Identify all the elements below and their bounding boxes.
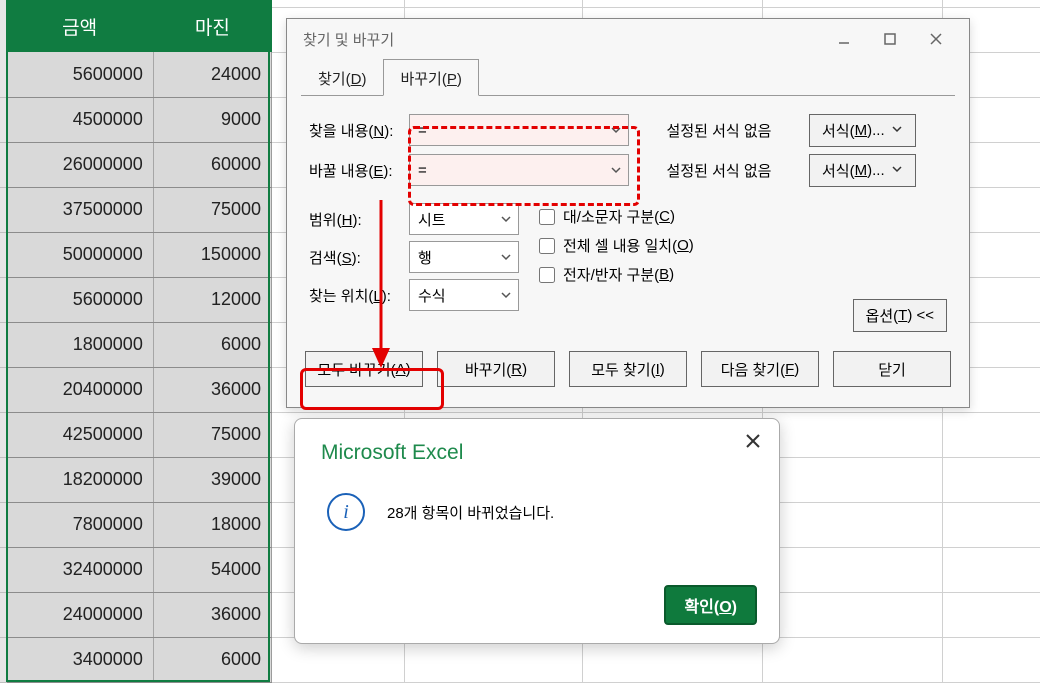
- replace-with-input[interactable]: =: [409, 154, 629, 186]
- chevron-down-icon[interactable]: [891, 122, 903, 139]
- cell[interactable]: 24000: [153, 52, 271, 97]
- match-byte-checkbox[interactable]: 전자/반자 구분(B): [539, 264, 694, 285]
- ok-button[interactable]: 확인(O): [664, 585, 757, 625]
- close-button[interactable]: [913, 23, 959, 55]
- cell[interactable]: 18200000: [6, 457, 153, 502]
- cell[interactable]: 36000: [153, 367, 271, 412]
- minimize-button[interactable]: [821, 23, 867, 55]
- scope-label: 범위(H):: [309, 209, 409, 230]
- find-next-button[interactable]: 다음 찾기(F): [701, 351, 819, 387]
- cell[interactable]: 1800000: [6, 322, 153, 367]
- cell[interactable]: 7800000: [6, 502, 153, 547]
- cell[interactable]: 20400000: [6, 367, 153, 412]
- replace-format-text: 설정된 서식 없음: [639, 160, 799, 181]
- cell[interactable]: 26000000: [6, 142, 153, 187]
- lookin-label: 찾는 위치(L):: [309, 285, 409, 306]
- cell[interactable]: 37500000: [6, 187, 153, 232]
- search-select[interactable]: 행: [409, 241, 519, 273]
- cell[interactable]: 39000: [153, 457, 271, 502]
- find-all-button[interactable]: 모두 찾기(I): [569, 351, 687, 387]
- chevron-down-icon[interactable]: [500, 212, 512, 229]
- titlebar[interactable]: 찾기 및 바꾸기: [287, 19, 969, 59]
- options-button[interactable]: 옵션(T) <<: [853, 299, 947, 332]
- cell[interactable]: 18000: [153, 502, 271, 547]
- search-label: 검색(S):: [309, 247, 409, 268]
- chevron-down-icon[interactable]: [500, 288, 512, 305]
- find-format-button[interactable]: 서식(M)...: [809, 114, 916, 147]
- chevron-down-icon[interactable]: [891, 162, 903, 179]
- cell[interactable]: 75000: [153, 187, 271, 232]
- msgbox-title: Microsoft Excel: [321, 441, 753, 465]
- cell[interactable]: 4500000: [6, 97, 153, 142]
- replace-all-button[interactable]: 모두 바꾸기(A): [305, 351, 423, 387]
- cell[interactable]: 150000: [153, 232, 271, 277]
- find-format-text: 설정된 서식 없음: [639, 120, 799, 141]
- info-icon: i: [327, 493, 365, 531]
- cell[interactable]: 12000: [153, 277, 271, 322]
- replace-format-button[interactable]: 서식(M)...: [809, 154, 916, 187]
- replace-button[interactable]: 바꾸기(R): [437, 351, 555, 387]
- cell[interactable]: 50000000: [6, 232, 153, 277]
- cell[interactable]: 36000: [153, 592, 271, 637]
- tab-replace[interactable]: 바꾸기(P): [383, 59, 478, 96]
- message-box: Microsoft Excel i 28개 항목이 바뀌었습니다. 확인(O): [294, 418, 780, 644]
- chevron-down-icon[interactable]: [500, 250, 512, 267]
- cell[interactable]: 24000000: [6, 592, 153, 637]
- col-header-amount[interactable]: 금액: [6, 0, 153, 52]
- replace-with-label: 바꿀 내용(E):: [309, 160, 409, 181]
- cell[interactable]: 3400000: [6, 637, 153, 682]
- tab-find[interactable]: 찾기(D): [301, 59, 383, 96]
- col-header-margin[interactable]: 마진: [153, 0, 271, 52]
- close-button[interactable]: 닫기: [833, 351, 951, 387]
- close-icon[interactable]: [745, 433, 761, 453]
- find-what-label: 찾을 내용(N):: [309, 120, 409, 141]
- maximize-button[interactable]: [867, 23, 913, 55]
- cell[interactable]: 6000: [153, 322, 271, 367]
- find-what-input[interactable]: =: [409, 114, 629, 146]
- cell[interactable]: 6000: [153, 637, 271, 682]
- find-replace-dialog: 찾기 및 바꾸기 찾기(D) 바꾸기(P) 찾을 내용(N): = 설정된 서식…: [286, 18, 970, 408]
- match-case-checkbox[interactable]: 대/소문자 구분(C): [539, 206, 694, 227]
- cell[interactable]: 60000: [153, 142, 271, 187]
- lookin-select[interactable]: 수식: [409, 279, 519, 311]
- cell[interactable]: 5600000: [6, 52, 153, 97]
- spreadsheet: 금액 마진 560000024000 45000009000 260000006…: [0, 0, 272, 683]
- chevron-down-icon[interactable]: [610, 123, 622, 140]
- tab-strip: 찾기(D) 바꾸기(P): [287, 59, 969, 96]
- cell[interactable]: 32400000: [6, 547, 153, 592]
- cell[interactable]: 5600000: [6, 277, 153, 322]
- dialog-title: 찾기 및 바꾸기: [303, 29, 394, 50]
- match-entire-checkbox[interactable]: 전체 셀 내용 일치(O): [539, 235, 694, 256]
- cell[interactable]: 75000: [153, 412, 271, 457]
- scope-select[interactable]: 시트: [409, 203, 519, 235]
- cell[interactable]: 42500000: [6, 412, 153, 457]
- chevron-down-icon[interactable]: [610, 163, 622, 180]
- cell[interactable]: 9000: [153, 97, 271, 142]
- msgbox-body: 28개 항목이 바뀌었습니다.: [387, 502, 554, 523]
- cell[interactable]: 54000: [153, 547, 271, 592]
